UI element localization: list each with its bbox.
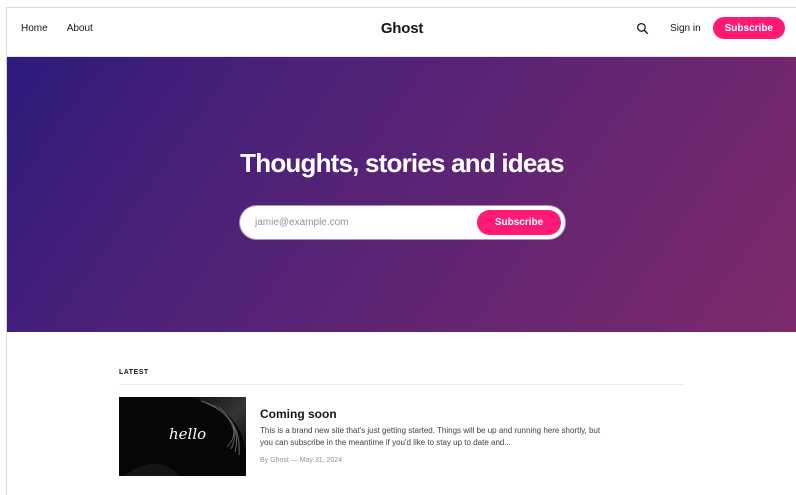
- site-header: Home About Ghost Sign in Subscribe: [7, 8, 796, 57]
- header-subscribe-button[interactable]: Subscribe: [712, 17, 785, 39]
- post-thumbnail[interactable]: hello: [119, 397, 246, 476]
- nav-home-link[interactable]: Home: [21, 23, 48, 34]
- main-nav: Home About: [21, 8, 93, 48]
- nav-about-link[interactable]: About: [67, 23, 93, 34]
- search-button[interactable]: [632, 18, 652, 38]
- thumbnail-text: hello: [169, 425, 207, 443]
- email-input[interactable]: [255, 206, 455, 239]
- browser-viewport: Home About Ghost Sign in Subscribe Thoug…: [6, 7, 796, 495]
- hero-title: Thoughts, stories and ideas: [240, 148, 564, 178]
- latest-heading: LATEST: [119, 369, 149, 376]
- search-icon: [636, 22, 648, 34]
- latest-divider: [119, 384, 685, 385]
- site-title[interactable]: Ghost: [381, 20, 424, 37]
- post-card: hello Coming soon This is a brand new si…: [119, 397, 685, 477]
- header-actions: Sign in Subscribe: [632, 8, 785, 48]
- post-excerpt: This is a brand new site that's just get…: [260, 426, 601, 447]
- post-meta: By Ghost — May 31, 2024: [260, 457, 343, 464]
- hero-subscribe-button[interactable]: Subscribe: [477, 210, 561, 235]
- hero-section: Thoughts, stories and ideas Subscribe: [7, 57, 796, 332]
- signup-form: Subscribe: [240, 206, 565, 239]
- sign-in-link[interactable]: Sign in: [670, 23, 701, 34]
- post-title[interactable]: Coming soon: [260, 407, 337, 421]
